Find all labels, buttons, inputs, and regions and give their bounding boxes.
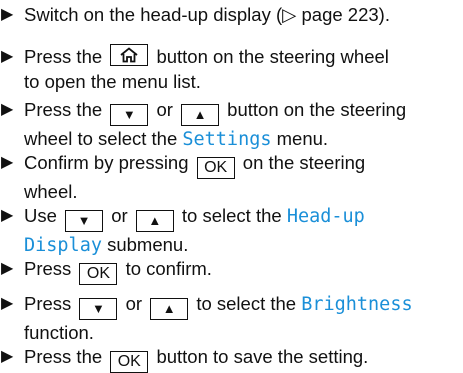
step-marker: ▶ (1, 154, 14, 171)
home-button-key (110, 44, 149, 66)
up-arrow-icon: ▲ (181, 104, 220, 126)
step-7-text-b: or (125, 293, 143, 314)
ok-button-key: OK (79, 263, 118, 285)
step-1-text: Switch on the head-up display (▷ page 22… (24, 4, 390, 25)
step-5-text-a: Use (24, 205, 57, 226)
step-marker: ▶ (1, 348, 14, 365)
step-3-text-line2b: menu. (276, 128, 329, 149)
menu-name-display: Display (24, 235, 102, 256)
step-2-text-a: Press the (24, 46, 103, 67)
step-marker: ▶ (1, 6, 14, 23)
step-3-text-c: button on the steering (227, 99, 407, 120)
down-arrow-icon: ▼ (110, 104, 149, 126)
ok-button-key: OK (196, 157, 235, 179)
step-2-text-b: button on the steering wheel (156, 46, 389, 67)
instruction-page: ▶ Switch on the head-up display (▷ page … (0, 0, 463, 373)
step-4-text-a: Confirm by pressing (24, 152, 189, 173)
step-3-text-b: or (156, 99, 173, 120)
menu-name-head-up: Head-up (286, 206, 365, 227)
step-marker: ▶ (1, 260, 14, 277)
step-7-text-a: Press (24, 293, 72, 314)
up-arrow-icon: ▲ (150, 298, 189, 320)
step-6-text-b: to confirm. (125, 258, 212, 279)
step-marker: ▶ (1, 48, 14, 65)
step-5-text-b: or (111, 205, 128, 226)
step-4-text-line2: wheel. (24, 181, 78, 202)
step-8-text-b: button to save the setting. (156, 346, 369, 367)
down-arrow-icon: ▼ (79, 298, 118, 320)
step-2-text-line2: to open the menu list. (24, 71, 201, 92)
step-5-text-line2b: submenu. (107, 234, 189, 255)
menu-name-brightness: Brightness (301, 294, 413, 315)
step-8-text-a: Press the (24, 346, 103, 367)
up-arrow-icon: ▲ (135, 210, 174, 232)
step-marker: ▶ (1, 295, 14, 312)
step-5-text-c: to select the (181, 205, 282, 226)
step-6-text-a: Press (24, 258, 72, 279)
step-4-text-b: on the steering (242, 152, 366, 173)
step-3-text-line2a: wheel to select the (24, 128, 178, 149)
step-7-text-c: to select the (196, 293, 297, 314)
down-arrow-icon: ▼ (65, 210, 104, 232)
step-marker: ▶ (1, 207, 14, 224)
ok-button-key: OK (110, 351, 149, 373)
step-3-text-a: Press the (24, 99, 103, 120)
menu-name-settings: Settings (182, 129, 272, 150)
step-7-text-line2: function. (24, 322, 94, 343)
home-icon (120, 47, 138, 63)
step-marker: ▶ (1, 101, 14, 118)
